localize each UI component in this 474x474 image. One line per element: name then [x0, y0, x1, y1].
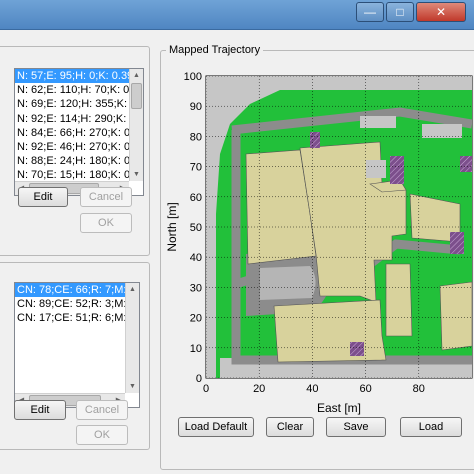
- window-client: N: 57;E: 95;H: 0;K: 0.39 N: 62;E: 110;H: …: [0, 30, 474, 470]
- circle-items: CN: 78;CE: 66;R: 7;M: 0. CN: 89;CE: 52;R:…: [15, 283, 139, 326]
- scroll-down-icon[interactable]: ▼: [130, 168, 143, 181]
- y-axis-label: North [m]: [165, 202, 179, 251]
- building: [439, 281, 472, 351]
- pavement-area: [366, 160, 386, 178]
- save-button[interactable]: Save: [326, 417, 386, 437]
- list-item[interactable]: CN: 78;CE: 66;R: 7;M: 0.: [15, 283, 139, 298]
- hatched-area: [460, 156, 472, 172]
- waypoint-items: N: 57;E: 95;H: 0;K: 0.39 N: 62;E: 110;H: …: [15, 69, 143, 183]
- hatched-area: [350, 342, 364, 356]
- x-axis-ticks: 0 20 40 60 80: [203, 383, 425, 395]
- load-button[interactable]: Load: [400, 417, 462, 437]
- y-tick-label: 50: [190, 222, 202, 234]
- y-tick-label: 80: [190, 131, 202, 143]
- y-tick-label: 60: [190, 192, 202, 204]
- minimize-button[interactable]: —: [356, 2, 384, 22]
- list-item[interactable]: N: 88;E: 24;H: 180;K: 0.:: [15, 154, 143, 168]
- hatched-area: [450, 232, 464, 254]
- hatched-area: [390, 156, 404, 184]
- list-item[interactable]: N: 62;E: 110;H: 70;K: 0.: [15, 83, 143, 97]
- circle-edit-button[interactable]: Edit: [14, 400, 66, 420]
- waypoint-edit-button[interactable]: Edit: [18, 187, 68, 207]
- scroll-up-icon[interactable]: ▲: [130, 69, 143, 82]
- y-tick-label: 100: [184, 71, 202, 83]
- y-tick-label: 20: [190, 313, 202, 325]
- x-tick-label: 0: [203, 383, 209, 395]
- x-tick-label: 60: [359, 383, 371, 395]
- map-panel-title: Mapped Trajectory: [166, 44, 264, 56]
- waypoint-ok-button[interactable]: OK: [80, 213, 132, 233]
- load-default-button[interactable]: Load Default: [178, 417, 254, 437]
- waypoint-list[interactable]: N: 57;E: 95;H: 0;K: 0.39 N: 62;E: 110;H: …: [14, 68, 144, 196]
- circle-list[interactable]: CN: 78;CE: 66;R: 7;M: 0. CN: 89;CE: 52;R:…: [14, 282, 140, 408]
- title-bar: — □ ✕: [0, 0, 474, 30]
- list-item[interactable]: CN: 17;CE: 51;R: 6;M: 0.0: [15, 311, 139, 325]
- clear-button[interactable]: Clear: [266, 417, 314, 437]
- y-tick-label: 70: [190, 162, 202, 174]
- waypoint-vscrollbar[interactable]: ▲ ▼: [129, 69, 143, 181]
- pavement-area: [422, 124, 462, 138]
- y-tick-label: 90: [190, 101, 202, 113]
- minimize-icon: —: [364, 5, 376, 19]
- scroll-down-icon[interactable]: ▼: [126, 380, 139, 393]
- y-tick-label: 10: [190, 343, 202, 355]
- parking-lot-inner: [260, 266, 316, 300]
- x-tick-label: 20: [253, 383, 265, 395]
- circle-vscrollbar[interactable]: ▲ ▼: [125, 283, 139, 393]
- circle-cancel-button[interactable]: Cancel: [76, 400, 128, 420]
- building: [385, 263, 413, 337]
- x-axis-label: East [m]: [317, 401, 361, 415]
- maximize-button[interactable]: □: [386, 2, 414, 22]
- x-tick-label: 80: [413, 383, 425, 395]
- close-icon: ✕: [435, 5, 447, 19]
- scroll-up-icon[interactable]: ▲: [126, 283, 139, 296]
- maximize-icon: □: [396, 5, 404, 19]
- scroll-thumb[interactable]: [131, 83, 142, 109]
- list-item[interactable]: N: 57;E: 95;H: 0;K: 0.39: [15, 69, 143, 84]
- waypoint-cancel-button[interactable]: Cancel: [80, 187, 132, 207]
- list-item[interactable]: N: 69;E: 120;H: 355;K: 0.: [15, 97, 143, 111]
- circle-ok-button[interactable]: OK: [76, 425, 128, 445]
- y-tick-label: 30: [190, 282, 202, 294]
- list-item[interactable]: N: 92;E: 46;H: 270;K: 0.3: [15, 140, 143, 154]
- close-button[interactable]: ✕: [416, 2, 466, 22]
- list-item[interactable]: CN: 89;CE: 52;R: 3;M: 0.0: [15, 297, 139, 311]
- hatched-area: [310, 132, 320, 148]
- y-tick-label: 40: [190, 252, 202, 264]
- trajectory-map[interactable]: 0 20 40 60 80 0 10 20 30 40 50 60 70 80 90 100 East [m…: [160, 64, 474, 444]
- y-axis-ticks: 0 10 20 30 40 50 60 70 80 90 100: [184, 71, 202, 385]
- building: [273, 299, 387, 363]
- list-item[interactable]: N: 92;E: 114;H: 290;K: 0.: [15, 112, 143, 126]
- list-item[interactable]: N: 84;E: 66;H: 270;K: 0.:: [15, 126, 143, 140]
- x-tick-label: 40: [306, 383, 318, 395]
- y-tick-label: 0: [196, 373, 202, 385]
